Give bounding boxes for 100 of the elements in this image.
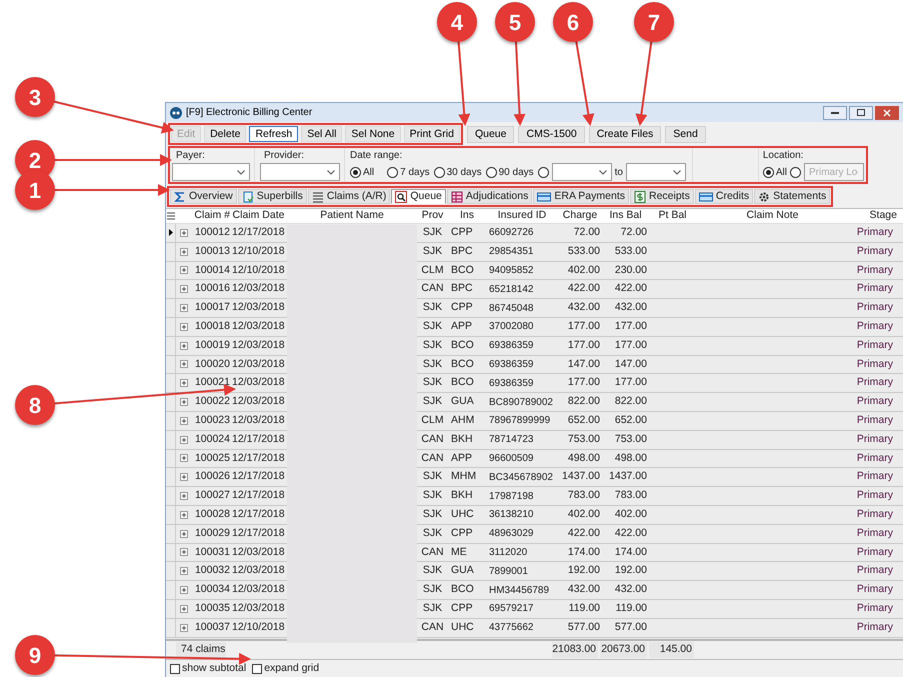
table-cell-text: 783.00: [614, 488, 648, 504]
table-cell-text: 147.00: [566, 356, 601, 372]
toolbar-button[interactable]: Refresh: [249, 126, 298, 142]
column-header[interactable]: Ins Bal: [602, 208, 649, 224]
radio-button[interactable]: [486, 166, 497, 178]
radio-label: 90 days: [498, 166, 534, 180]
table-cell-text: 72.00: [572, 225, 601, 240]
window-title: [F9] Electronic Billing Center: [186, 106, 312, 120]
toolbar-button[interactable]: Sel None: [345, 126, 401, 142]
table-cell-text: 783.00: [566, 488, 601, 504]
table-cell-text: 230.00: [614, 262, 648, 278]
minimize-button[interactable]: [823, 106, 847, 120]
table-cell-text: Primary: [856, 469, 894, 484]
dropdown[interactable]: [626, 163, 686, 181]
tab[interactable]: Credits: [694, 189, 754, 204]
radio-button[interactable]: [350, 166, 361, 178]
expand-icon[interactable]: [180, 454, 188, 462]
column-header[interactable]: Pt Bal: [649, 208, 696, 224]
column-header[interactable]: Prov: [417, 208, 448, 224]
dropdown[interactable]: [260, 163, 340, 181]
checkbox-option[interactable]: show subtotal: [170, 660, 246, 676]
toolbar-button[interactable]: Sel All: [301, 126, 342, 142]
tab[interactable]: Claims (A/R): [308, 189, 390, 204]
table-cell-text: SJK: [422, 506, 444, 522]
table-cell-text: CAN: [420, 432, 445, 447]
expand-icon[interactable]: [180, 379, 188, 388]
column-header[interactable]: Claim Date: [230, 208, 287, 224]
column-header[interactable]: Patient Name: [287, 208, 417, 224]
table-cell-text: 29854351: [488, 245, 534, 260]
table-cell-text: 78967899999: [488, 414, 552, 428]
expand-icon[interactable]: [180, 436, 188, 444]
column-header[interactable]: Claim #: [192, 208, 230, 224]
expand-icon[interactable]: [180, 473, 188, 482]
table-cell-text: Primary: [856, 432, 894, 447]
tab[interactable]: Adjudications: [446, 189, 532, 204]
checkbox-option[interactable]: expand grid: [252, 660, 320, 676]
table-cell-text: CPP: [450, 300, 474, 316]
expand-icon[interactable]: [180, 510, 188, 519]
table-cell-text: Primary: [856, 620, 894, 635]
table-cell-text: Primary: [856, 356, 894, 372]
radio-button[interactable]: [538, 166, 549, 178]
toolbar-button[interactable]: Create Files: [588, 126, 662, 142]
close-button[interactable]: [875, 106, 899, 120]
radio-button[interactable]: [434, 166, 445, 178]
expand-icon[interactable]: [180, 228, 188, 237]
radio-button[interactable]: [762, 166, 774, 178]
tab[interactable]: Statements: [754, 189, 830, 204]
table-cell-text: 402.00: [566, 262, 601, 278]
expand-icon[interactable]: [180, 342, 188, 350]
toolbar-button[interactable]: Print Grid: [404, 126, 460, 142]
checkbox[interactable]: [170, 664, 180, 674]
expand-icon[interactable]: [180, 416, 188, 425]
toolbar-button[interactable]: Delete: [204, 126, 246, 142]
expand-icon[interactable]: [180, 248, 188, 256]
expand-icon[interactable]: [180, 360, 188, 368]
expand-icon[interactable]: [180, 492, 188, 500]
column-header[interactable]: Ins: [448, 208, 486, 224]
radio-label: All: [363, 166, 374, 180]
expand-icon[interactable]: [180, 322, 188, 331]
expand-icon[interactable]: [180, 586, 188, 594]
radio-button[interactable]: [790, 166, 801, 178]
table-cell-text: Primary: [856, 225, 894, 240]
maximize-button[interactable]: [849, 106, 873, 120]
table-cell-text: 3112020: [488, 546, 528, 560]
expand-icon[interactable]: [180, 624, 188, 632]
toolbar-button[interactable]: CMS-1500: [518, 126, 585, 142]
column-header[interactable]: Stage: [849, 208, 903, 224]
column-header[interactable]: Charge: [558, 208, 602, 224]
table-cell-text: SJK: [422, 319, 444, 334]
tab[interactable]: Superbills: [238, 189, 307, 204]
table-cell-text: 577.00: [566, 620, 601, 635]
table-cell-text: 100034: [194, 582, 230, 598]
expand-icon[interactable]: [180, 285, 188, 294]
table-cell-text: 12/03/2018: [231, 412, 286, 428]
tab[interactable]: ERA Payments: [533, 189, 629, 204]
expand-icon[interactable]: [180, 304, 188, 312]
radio-button[interactable]: [387, 166, 398, 178]
dropdown[interactable]: [172, 163, 250, 181]
tab[interactable]: Overview: [170, 189, 237, 204]
toolbar-button[interactable]: Send: [665, 126, 706, 142]
toolbar-button[interactable]: Queue: [466, 126, 514, 142]
expand-icon[interactable]: [180, 567, 188, 576]
expand-icon[interactable]: [180, 548, 188, 556]
table-cell-text: 12/03/2018: [231, 544, 286, 560]
checkbox[interactable]: [252, 664, 262, 674]
table-cell-text: AHM: [450, 412, 476, 428]
expand-icon[interactable]: [180, 604, 188, 613]
tab[interactable]: Queue: [391, 189, 446, 204]
document-icon: [242, 190, 254, 202]
column-header[interactable]: Insured ID: [486, 208, 558, 224]
table-cell-text: 119.00: [568, 600, 601, 616]
table-cell-text: Primary: [856, 526, 894, 541]
expand-icon[interactable]: [180, 266, 188, 274]
table-cell-text: 96600509: [488, 452, 534, 466]
table-cell-text: SJK: [422, 582, 444, 598]
column-header[interactable]: Claim Note: [696, 208, 849, 224]
tab[interactable]: Receipts: [630, 189, 694, 204]
table-cell-text: UHC: [450, 506, 475, 522]
expand-icon[interactable]: [180, 530, 188, 538]
expand-icon[interactable]: [180, 398, 188, 406]
